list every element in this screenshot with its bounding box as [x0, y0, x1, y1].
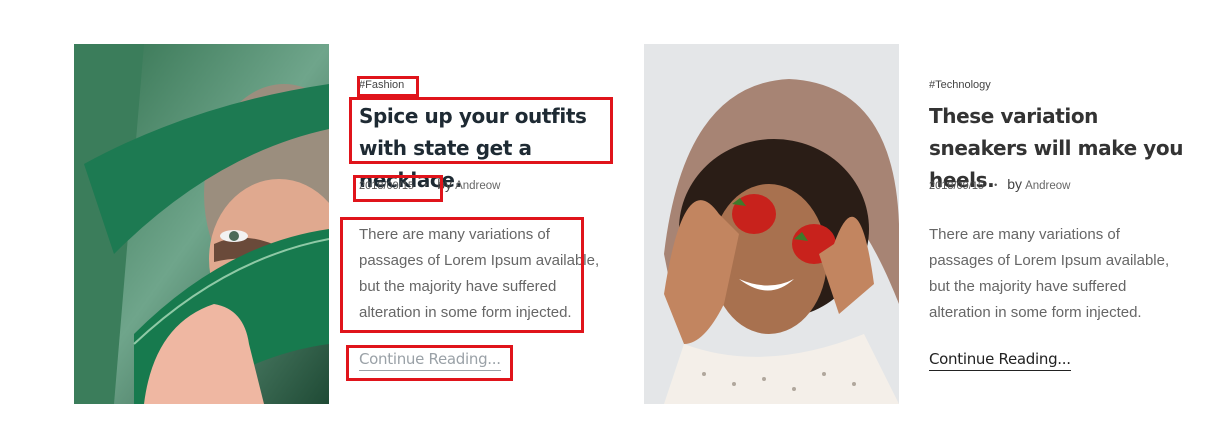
- post-meta: 2018/09/15 • by Andreow: [929, 176, 1070, 192]
- post-meta: 2018/09/15 • by Andreow: [359, 176, 500, 192]
- meta-separator: •: [424, 180, 428, 190]
- by-label: by: [437, 176, 453, 192]
- post-card: #Fashion Spice up your outfits with stat…: [74, 44, 629, 404]
- continue-reading-link[interactable]: Continue Reading...: [929, 350, 1071, 371]
- post-date: 2018/09/15: [359, 180, 415, 192]
- woman-with-strawberries-photo: [644, 44, 899, 404]
- post-image[interactable]: [74, 44, 329, 404]
- post-excerpt: There are many variations of passages of…: [929, 226, 1170, 321]
- by-label: by: [1007, 176, 1023, 192]
- post-category[interactable]: #Technology: [929, 79, 991, 91]
- post-excerpt: There are many variations of passages of…: [359, 226, 600, 321]
- continue-reading-link[interactable]: Continue Reading...: [359, 350, 501, 371]
- post-author[interactable]: Andreow: [455, 180, 500, 192]
- post-date: 2018/09/15: [929, 180, 985, 192]
- post-author[interactable]: Andreow: [1025, 180, 1070, 192]
- post-image[interactable]: [644, 44, 899, 404]
- meta-separator: •: [994, 180, 998, 190]
- woman-with-leaf-photo: [74, 44, 329, 404]
- post-category[interactable]: #Fashion: [359, 79, 404, 91]
- post-card: #Technology These variation sneakers wil…: [644, 44, 1199, 404]
